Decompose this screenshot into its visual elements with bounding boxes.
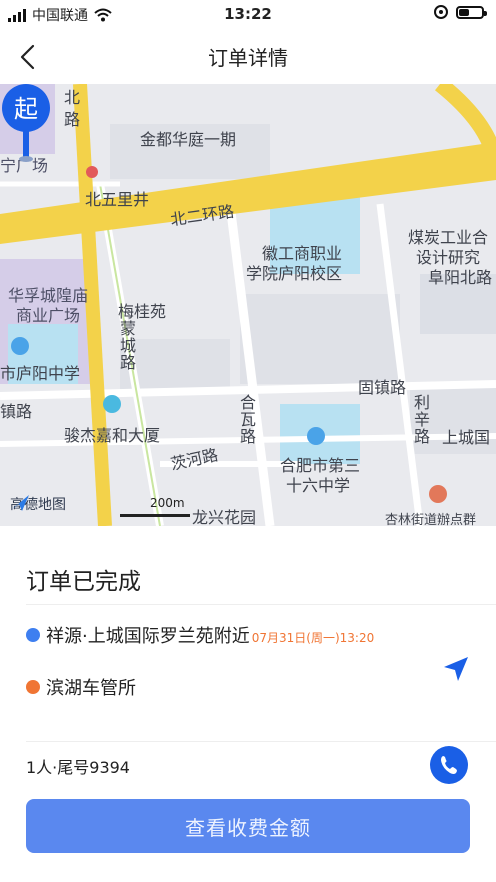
end-dot-icon [26, 680, 40, 694]
start-time: 07月31日(周一)13:20 [251, 630, 375, 645]
map-label-beiwuli: 北五里井 [85, 190, 150, 209]
start-pin-icon[interactable]: 起 [0, 84, 52, 164]
orientation-lock-icon [434, 5, 448, 19]
view-fee-button[interactable]: 查看收费金额 [26, 799, 470, 853]
map-label-mengcheng: 蒙城路 [117, 320, 136, 371]
start-location-row: 祥源·上城国际罗兰苑附近 07月31日(周一)13:20 [26, 622, 374, 648]
map-label-longxing: 龙兴花园 [192, 508, 257, 526]
map-label-huafu-2: 商业广场 [16, 306, 81, 325]
start-address: 祥源·上城国际罗兰苑附近 [46, 626, 250, 647]
start-dot-icon [26, 628, 40, 642]
map-label-lixin: 利辛路 [411, 394, 430, 445]
amap-logo-icon [11, 495, 29, 511]
map-label-zhen-road: 镇路 [0, 402, 33, 421]
status-time: 13:22 [224, 5, 272, 23]
map-label-gu-zhen: 固镇路 [358, 378, 407, 397]
divider [26, 604, 496, 605]
map-label-coal-3: 阜阳北路 [428, 268, 493, 287]
pin-label: 起 [14, 95, 38, 123]
map-label-jindu: 金都华庭一期 [140, 130, 237, 149]
map-label-school-2: 学院庐阳校区 [246, 264, 343, 283]
passenger-info: 1人·尾号9394 [26, 758, 130, 777]
divider [26, 741, 496, 742]
map-label-junjie: 骏杰嘉和大厦 [64, 426, 161, 445]
map-label-road-north: 北 [64, 88, 81, 107]
scale-label: 200m [150, 496, 185, 510]
map-label-meiguiyuan: 梅桂苑 [118, 302, 167, 321]
end-location-row: 滨湖车管所 [26, 674, 136, 700]
map-label-no36-2: 十六中学 [286, 476, 351, 495]
order-status-title: 订单已完成 [26, 569, 141, 595]
map-label-hefei-road: 合瓦路 [237, 394, 256, 445]
status-right [434, 5, 487, 19]
navigation-arrow-icon[interactable] [441, 654, 471, 684]
nav-bar: 订单详情 [0, 30, 496, 84]
amap-logo: 高德地图 [10, 494, 66, 514]
battery-icon [456, 5, 487, 19]
page-title: 订单详情 [208, 46, 288, 70]
map-label-shangcheng: 上城国 [442, 428, 491, 447]
status-bar: 中国联通 13:22 [0, 0, 496, 30]
map-label-road-north2: 路 [64, 110, 81, 129]
map-view[interactable]: 北 路 金都华庭一期 宁广场 北五里井 北二环路 徽工商职业 学院庐阳校区 煤炭… [0, 84, 496, 526]
map-label-luyang-school: 市庐阳中学 [0, 364, 81, 383]
phone-icon [441, 756, 457, 774]
map-label-xinglin: 杏林街道辦点群 [385, 513, 477, 526]
phone-button[interactable] [430, 746, 468, 784]
end-address: 滨湖车管所 [46, 678, 136, 699]
order-card: 订单已完成 祥源·上城国际罗兰苑附近 07月31日(周一)13:20 滨湖车管所… [0, 526, 496, 882]
